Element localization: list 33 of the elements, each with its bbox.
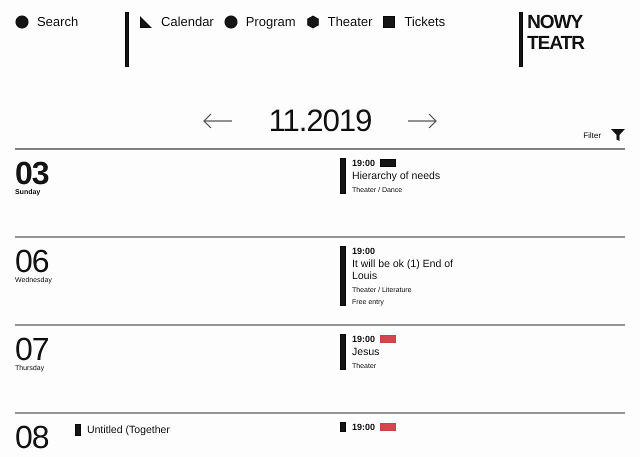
event-bar [75,424,81,436]
event-title[interactable]: Untitled (Together [87,424,170,436]
day-number: 03 [15,158,50,188]
circle-icon [224,14,238,28]
event-title[interactable]: Hierarchy of needs [352,170,440,182]
previous-arrow-icon[interactable] [202,113,233,129]
next-arrow-icon[interactable] [407,113,438,129]
triangle-icon [139,14,153,28]
event-title[interactable]: It will be ok (1) End of Louis [352,258,472,282]
event-time: 19:00 [352,422,376,432]
month-label: 11.2019 [268,103,372,139]
hexagon-icon [306,14,320,28]
event-time: 19:00 [352,158,376,168]
event-bar [340,158,346,194]
event-bar [340,422,346,432]
nav-link[interactable]: Calendar [139,14,214,29]
event-bar [340,246,346,306]
nav-link[interactable]: Program [224,14,296,29]
logo[interactable]: NOWY TEATR [519,12,584,67]
event-title[interactable]: Jesus [352,346,396,358]
event-bar [340,334,346,370]
square-icon [382,14,396,28]
nav-link[interactable]: Theater [306,14,372,29]
day-number: 08 [15,422,50,452]
circle-icon [15,14,29,28]
day-number: 07 [15,334,50,364]
search-button[interactable]: Search [15,14,125,29]
event-time: 19:00 [352,246,376,256]
filter-button[interactable]: Filter [583,130,601,140]
nav-link[interactable]: Tickets [382,14,446,29]
day-number: 06 [15,246,49,276]
event-time: 19:00 [352,334,376,344]
funnel-icon[interactable] [611,128,625,142]
